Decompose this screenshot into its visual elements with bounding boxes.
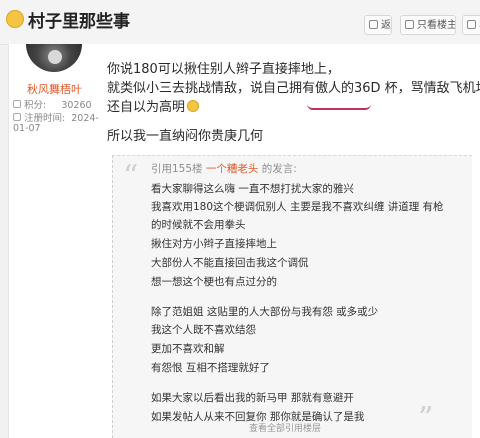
user-icon <box>405 20 414 29</box>
quote-line: 大部份人不能直接回击我这个调侃 <box>151 257 309 269</box>
quote-author-link[interactable]: 一个糟老头 <box>206 163 259 175</box>
author-username[interactable]: 秋风舞梧叶 <box>27 81 82 97</box>
author-points: 积分: 30260 <box>13 97 92 111</box>
handwritten-underline <box>307 104 371 110</box>
post-line-text: 还自以为高明 <box>107 100 186 115</box>
open-quote-icon: “ <box>123 159 139 194</box>
quote-line: 想一想这个梗也有点过分的 <box>151 276 277 288</box>
post-line: 还自以为高明 <box>107 96 200 115</box>
quote-line: 的时候就不会用拳头 <box>151 219 246 231</box>
back-button[interactable]: 返更 <box>364 15 392 35</box>
post-line: 你说180可以揪住别人辫子直接摔地上， <box>107 62 340 77</box>
quote-line: 我这个人既不喜欢结怨 <box>151 324 256 336</box>
smile-emoji-icon <box>6 10 24 28</box>
back-icon <box>369 20 378 29</box>
quote-header: 引用155楼 一个糟老头 的发言: <box>151 161 297 176</box>
back-button-label: 返更 <box>381 20 391 31</box>
only-op-button[interactable]: 只看楼主 <box>400 15 456 35</box>
avatar[interactable] <box>26 44 82 72</box>
quote-line: 揪住对方小辫子直接摔地上 <box>151 238 277 250</box>
only-op-label: 只看楼主 <box>417 20 456 31</box>
calendar-icon <box>13 113 21 121</box>
thread-title: 村子里那些事 <box>28 12 130 32</box>
quote-line: 我喜欢用180这个梗调侃别人 主要是我不喜欢纠缠 讲道理 有枪 <box>151 201 444 213</box>
register-date-part2: 01-07 <box>13 123 41 134</box>
smile-emoji-icon <box>187 100 200 112</box>
star-icon <box>467 20 476 29</box>
quote-header-prefix: 引用155楼 <box>151 163 203 175</box>
quote-header-suffix: 的发言: <box>261 163 297 175</box>
register-date-part1: 2024- <box>71 113 99 124</box>
favorite-button[interactable]: 收藏 <box>462 15 480 35</box>
close-quote-icon: ” <box>418 401 434 436</box>
quote-line: 除了范姐姐 这贴里的人大部份与我有怨 或多或少 <box>151 306 379 318</box>
points-icon <box>13 100 21 108</box>
author-register: 注册时间: 2024- <box>13 110 99 124</box>
quote-line: 如果大家以后看出我的新马甲 那就有意避开 <box>151 392 354 404</box>
post-line: 就类似小三去挑战情敌，说自己拥有傲人的36D 杯，骂情敌飞机场。 <box>107 81 480 96</box>
quote-line: 有怨恨 互相不搭理就好了 <box>151 362 270 374</box>
quote-block: “ 引用155楼 一个糟老头 的发言: 看大家聊得这么嗨 一直不想打扰大家的雅兴… <box>112 155 472 438</box>
quote-line: 更加不喜欢和解 <box>151 343 225 355</box>
quote-line: 看大家聊得这么嗨 一直不想打扰大家的雅兴 <box>151 183 354 195</box>
view-all-quotes-link[interactable]: 查看全部引用楼层 <box>249 421 321 434</box>
thread-header: 村子里那些事 返更 只看楼主 收藏 <box>0 0 480 45</box>
post-card: 秋风舞梧叶 积分: 30260 注册时间: 2024- 01-07 你说180可… <box>8 44 480 438</box>
post-line: 所以我一直纳闷你贵庚几何 <box>107 129 264 144</box>
